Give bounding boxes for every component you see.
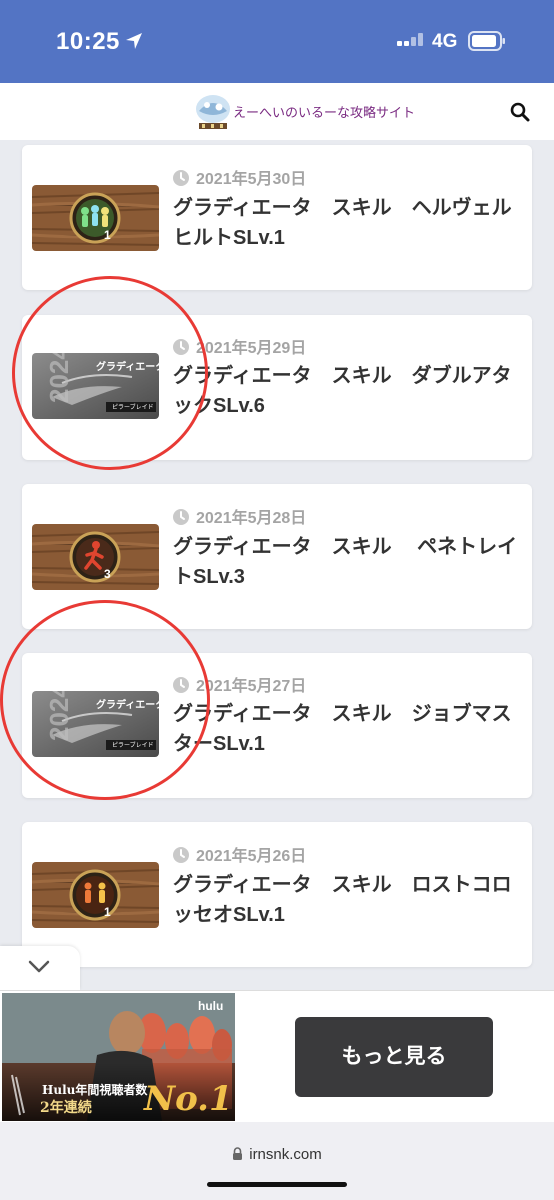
post-date-text: 2021年5月29日 xyxy=(196,340,307,357)
annotation-circle xyxy=(12,276,208,470)
clock-icon xyxy=(173,509,189,525)
ad-image[interactable]: hulu Hulu年間視聴者数 2年連続 No.1 xyxy=(2,993,235,1121)
site-logo[interactable]: えーへいのいるーな攻略サイト xyxy=(193,89,415,133)
annotation-circle xyxy=(0,600,210,800)
post-title[interactable]: グラディエータ スキル ペネトレイトSLv.3 xyxy=(173,532,518,592)
post-date: 2021年5月28日 xyxy=(172,504,306,528)
ad-cta-button[interactable]: もっと見る xyxy=(295,1017,493,1097)
browser-url-bar[interactable]: irnsnk.com xyxy=(0,1122,554,1200)
post-card[interactable]: 1 2021年5月30日 グラディエータ スキル ヘルヴェルヒルトSLv.1 xyxy=(22,145,532,290)
ad-collapse-tab[interactable] xyxy=(0,946,80,990)
location-arrow-icon xyxy=(126,33,142,49)
post-date-text: 2021年5月28日 xyxy=(196,510,307,527)
status-time: 10:25 xyxy=(56,28,120,55)
ad-ranking-badge: No.1 xyxy=(144,1079,233,1119)
post-title[interactable]: グラディエータ スキル ダブルアタックSLv.6 xyxy=(173,361,518,421)
clock-icon xyxy=(173,847,189,863)
skill-level-badge: 1 xyxy=(104,905,111,919)
chevron-down-icon xyxy=(28,960,50,973)
site-header: えーへいのいるーな攻略サイト xyxy=(0,83,554,140)
ad-caption-line2: 2年連続 xyxy=(40,1100,92,1116)
site-logo-text: えーへいのいるーな攻略サイト xyxy=(233,106,416,121)
ad-caption-line1: Hulu年間視聴者数 xyxy=(42,1083,148,1097)
post-thumbnail[interactable]: 3 xyxy=(32,524,159,590)
clock-icon xyxy=(173,170,189,186)
url-display[interactable]: irnsnk.com xyxy=(0,1146,554,1163)
skill-level-badge: 3 xyxy=(104,567,111,581)
ad-banner[interactable]: hulu Hulu年間視聴者数 2年連続 No.1 もっと見る xyxy=(0,990,554,1122)
cellular-signal-icon xyxy=(397,33,423,46)
post-title[interactable]: グラディエータ スキル ヘルヴェルヒルトSLv.1 xyxy=(173,193,518,253)
post-date-text: 2021年5月27日 xyxy=(196,678,307,695)
home-indicator xyxy=(207,1182,347,1187)
network-type: 4G xyxy=(432,31,458,52)
post-date-text: 2021年5月30日 xyxy=(196,171,307,188)
status-bar: 10:25 4G xyxy=(0,0,554,83)
post-date: 2021年5月30日 xyxy=(172,165,306,189)
post-list: 1 2021年5月30日 グラディエータ スキル ヘルヴェルヒルトSLv.1 2… xyxy=(0,140,554,990)
logo-emblem-icon xyxy=(196,95,230,129)
search-icon[interactable] xyxy=(509,101,531,123)
lock-icon xyxy=(233,1147,243,1160)
battery-icon xyxy=(468,31,505,51)
post-title[interactable]: グラディエータ スキル ロストコロッセオSLv.1 xyxy=(173,870,518,930)
post-title[interactable]: グラディエータ スキル ジョブマスターSLv.1 xyxy=(173,699,518,759)
post-card[interactable]: 1 2021年5月26日 グラディエータ スキル ロストコロッセオSLv.1 xyxy=(22,822,532,967)
post-date-text: 2021年5月26日 xyxy=(196,848,307,865)
url-text: irnsnk.com xyxy=(249,1146,322,1163)
post-date: 2021年5月26日 xyxy=(172,842,306,866)
post-thumbnail[interactable]: 1 xyxy=(32,185,159,251)
post-thumbnail[interactable]: 1 xyxy=(32,862,159,928)
skill-level-badge: 1 xyxy=(104,228,111,242)
ad-brand-logo: hulu xyxy=(198,999,224,1013)
